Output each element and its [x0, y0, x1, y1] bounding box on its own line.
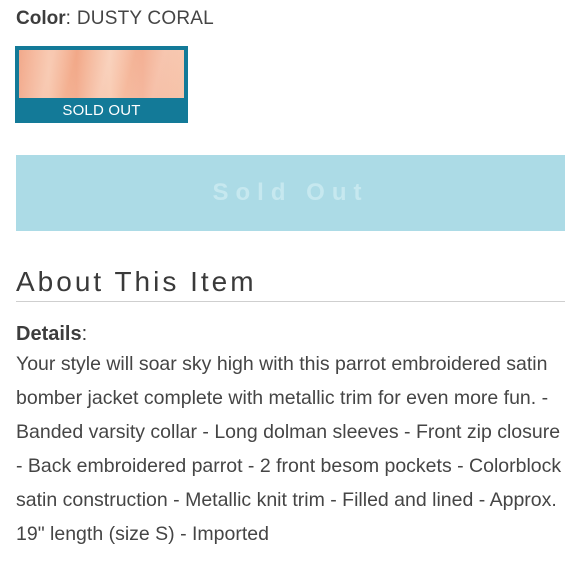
color-label: Color — [16, 8, 66, 29]
section-divider — [16, 301, 565, 302]
swatch-sold-out-label: SOLD OUT — [62, 102, 141, 119]
details-heading: Details: — [16, 321, 87, 347]
details-description: Your style will soar sky high with this … — [16, 353, 562, 545]
about-this-item-heading: About This Item — [16, 266, 257, 297]
details-label: Details — [16, 323, 82, 345]
color-swatch-dusty-coral[interactable]: SOLD OUT — [15, 46, 188, 123]
swatch-image — [19, 50, 184, 98]
color-selector-label: Color: DUSTY CORAL — [16, 8, 214, 30]
sold-out-button[interactable]: Sold Out — [16, 155, 565, 231]
color-label-separator: : — [65, 8, 71, 29]
selected-color-value: DUSTY CORAL — [76, 8, 214, 29]
details-label-separator: : — [81, 323, 88, 345]
